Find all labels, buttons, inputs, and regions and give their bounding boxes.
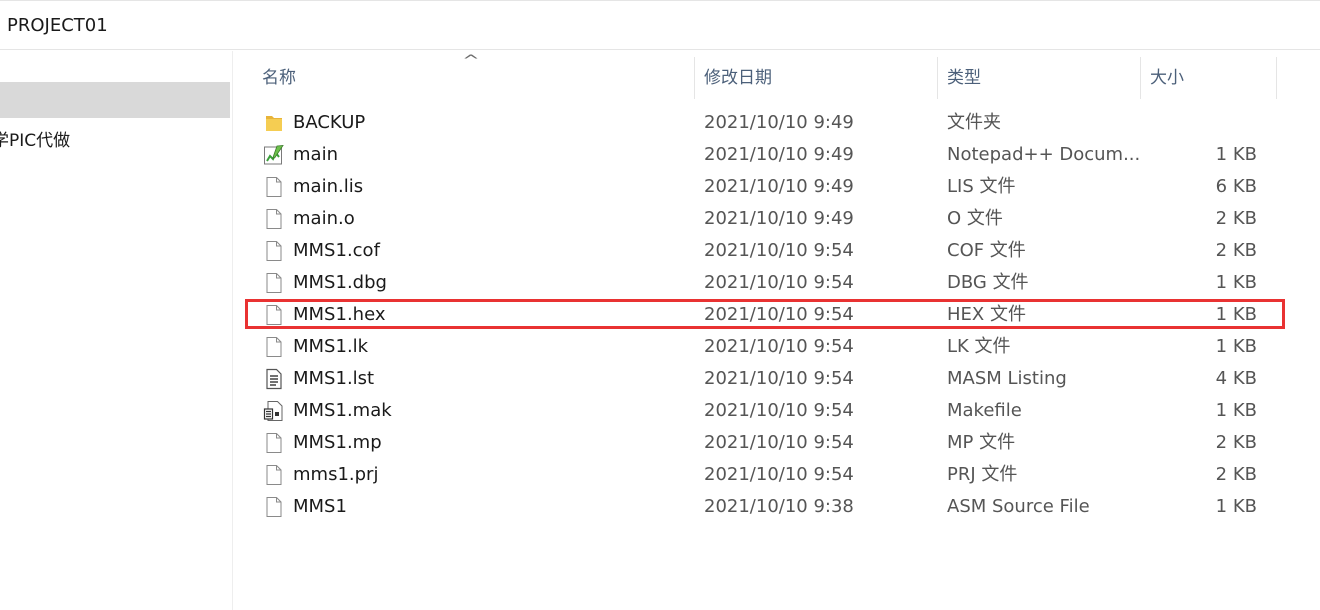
- file-date-modified: 2021/10/10 9:49: [704, 112, 854, 133]
- file-size: 1 KB: [1215, 272, 1257, 293]
- file-icon: [263, 464, 285, 486]
- file-name: BACKUP: [293, 112, 366, 133]
- column-header-type-label: 类型: [947, 68, 981, 88]
- file-size: 1 KB: [1215, 304, 1257, 325]
- file-size: 1 KB: [1215, 144, 1257, 165]
- file-date-modified: 2021/10/10 9:54: [704, 304, 854, 325]
- file-row[interactable]: MMS1.mp 2021/10/10 9:54 MP 文件 2 KB: [233, 427, 1320, 459]
- file-name: main.lis: [293, 176, 364, 197]
- sort-ascending-icon: ^: [462, 53, 480, 69]
- column-header-type[interactable]: 类型: [937, 51, 1140, 99]
- file-size: 6 KB: [1215, 176, 1257, 197]
- file-size: 2 KB: [1215, 432, 1257, 453]
- file-type: LIS 文件: [947, 176, 1016, 197]
- file-row[interactable]: mms1.prj 2021/10/10 9:54 PRJ 文件 2 KB: [233, 459, 1320, 491]
- file-row[interactable]: MMS1.lst 2021/10/10 9:54 MASM Listing 4 KB: [233, 363, 1320, 395]
- file-date-modified: 2021/10/10 9:54: [704, 432, 854, 453]
- file-type: 文件夹: [947, 112, 1001, 133]
- file-date-modified: 2021/10/10 9:49: [704, 144, 854, 165]
- column-header-date[interactable]: 修改日期: [694, 51, 937, 99]
- folder-icon: [263, 112, 285, 134]
- makefile-icon: [263, 400, 285, 422]
- column-divider[interactable]: [1276, 57, 1277, 99]
- file-type: DBG 文件: [947, 272, 1029, 293]
- file-date-modified: 2021/10/10 9:49: [704, 208, 854, 229]
- file-row[interactable]: MMS1.cof 2021/10/10 9:54 COF 文件 2 KB: [233, 235, 1320, 267]
- file-type: HEX 文件: [947, 304, 1026, 325]
- column-header-size[interactable]: 大小: [1140, 51, 1276, 99]
- file-icon: [263, 336, 285, 358]
- file-date-modified: 2021/10/10 9:54: [704, 336, 854, 357]
- file-type: Makefile: [947, 400, 1022, 421]
- file-list: 名称 ^ 修改日期 类型 大小 BACKUP 2021/10/10 9:49 文件夹…: [233, 51, 1320, 610]
- file-row[interactable]: main.o 2021/10/10 9:49 O 文件 2 KB: [233, 203, 1320, 235]
- file-row[interactable]: MMS1.mak 2021/10/10 9:54 Makefile 1 KB: [233, 395, 1320, 427]
- address-path[interactable]: PROJECT01: [7, 15, 108, 36]
- file-row[interactable]: BACKUP 2021/10/10 9:49 文件夹: [233, 107, 1320, 139]
- file-size: 1 KB: [1215, 496, 1257, 517]
- notepad-icon: [263, 144, 285, 166]
- file-icon: [263, 240, 285, 262]
- file-name: main: [293, 144, 338, 165]
- file-size: 2 KB: [1215, 240, 1257, 261]
- file-type: COF 文件: [947, 240, 1026, 261]
- file-type: O 文件: [947, 208, 1003, 229]
- column-header-row: 名称 ^ 修改日期 类型 大小: [233, 51, 1320, 99]
- file-date-modified: 2021/10/10 9:54: [704, 240, 854, 261]
- file-size: 2 KB: [1215, 464, 1257, 485]
- sidebar-item-label[interactable]: 学PIC代做: [0, 126, 70, 151]
- listing-icon: [263, 368, 285, 390]
- file-row[interactable]: MMS1.lk 2021/10/10 9:54 LK 文件 1 KB: [233, 331, 1320, 363]
- file-row[interactable]: MMS1.hex 2021/10/10 9:54 HEX 文件 1 KB: [233, 299, 1320, 331]
- file-date-modified: 2021/10/10 9:54: [704, 272, 854, 293]
- file-size: 2 KB: [1215, 208, 1257, 229]
- file-name: MMS1.cof: [293, 240, 380, 261]
- file-icon: [263, 208, 285, 230]
- file-date-modified: 2021/10/10 9:54: [704, 464, 854, 485]
- file-size: 1 KB: [1215, 336, 1257, 357]
- file-size: 4 KB: [1215, 368, 1257, 389]
- file-icon: [263, 176, 285, 198]
- file-date-modified: 2021/10/10 9:54: [704, 400, 854, 421]
- file-row[interactable]: main 2021/10/10 9:49 Notepad++ Docum... 1 K…: [233, 139, 1320, 171]
- file-date-modified: 2021/10/10 9:54: [704, 368, 854, 389]
- file-icon: [263, 272, 285, 294]
- file-row[interactable]: MMS1 2021/10/10 9:38 ASM Source File 1 KB: [233, 491, 1320, 523]
- file-size: 1 KB: [1215, 400, 1257, 421]
- sidebar-item-selected[interactable]: [0, 82, 230, 118]
- file-name: mms1.prj: [293, 464, 379, 485]
- file-name: main.o: [293, 208, 355, 229]
- file-type: MP 文件: [947, 432, 1016, 453]
- file-type: LK 文件: [947, 336, 1011, 357]
- file-name: MMS1.lst: [293, 368, 375, 389]
- file-name: MMS1.lk: [293, 336, 369, 357]
- file-row[interactable]: main.lis 2021/10/10 9:49 LIS 文件 6 KB: [233, 171, 1320, 203]
- file-date-modified: 2021/10/10 9:38: [704, 496, 854, 517]
- file-icon: [263, 432, 285, 454]
- file-icon: [263, 304, 285, 326]
- file-date-modified: 2021/10/10 9:49: [704, 176, 854, 197]
- file-name: MMS1.mp: [293, 432, 382, 453]
- navigation-pane: 学PIC代做: [0, 51, 233, 610]
- column-header-name-label: 名称: [262, 68, 296, 88]
- file-icon: [263, 496, 285, 518]
- file-name: MMS1.hex: [293, 304, 386, 325]
- file-type: ASM Source File: [947, 496, 1090, 517]
- file-type: Notepad++ Docum...: [947, 144, 1141, 165]
- file-row[interactable]: MMS1.dbg 2021/10/10 9:54 DBG 文件 1 KB: [233, 267, 1320, 299]
- address-bar[interactable]: PROJECT01: [0, 0, 1320, 50]
- file-name: MMS1.dbg: [293, 272, 387, 293]
- file-name: MMS1: [293, 496, 347, 517]
- file-name: MMS1.mak: [293, 400, 392, 421]
- column-header-size-label: 大小: [1150, 68, 1184, 88]
- file-type: MASM Listing: [947, 368, 1067, 389]
- file-type: PRJ 文件: [947, 464, 1018, 485]
- column-header-date-label: 修改日期: [704, 68, 772, 88]
